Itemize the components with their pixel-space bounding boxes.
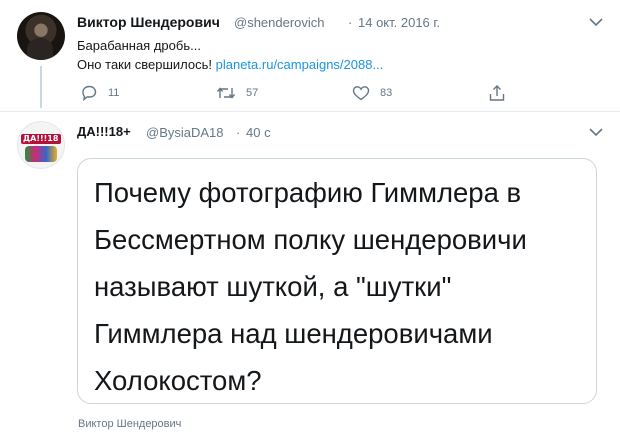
tweet-divider	[0, 111, 620, 112]
share-icon[interactable]	[488, 84, 506, 102]
meta-separator: ·	[348, 15, 353, 30]
author-handle[interactable]: @shenderovich	[234, 15, 325, 30]
retweet-count: 57	[246, 87, 259, 99]
footer-caption: Виктор Шендерович	[78, 418, 182, 430]
thread-connector-line	[40, 66, 42, 108]
retweet-button[interactable]: 57	[216, 85, 258, 101]
author-avatar[interactable]: ДА!!!18	[17, 121, 65, 169]
like-count: 83	[380, 87, 393, 99]
avatar-logo-text: ДА!!!18	[23, 134, 59, 143]
like-button[interactable]: 83	[352, 85, 392, 101]
tweet-time[interactable]: 40 с	[246, 125, 271, 140]
author-avatar[interactable]	[17, 12, 65, 60]
image-text-line: Бессмертном полку шендеровичи	[94, 224, 527, 255]
image-text: Почему фотографию Гиммлера в Бессмертном…	[94, 169, 594, 404]
image-text-line: Гиммлера над шендеровичами	[94, 318, 493, 349]
tweet-text-prefix: Оно таки свершилось!	[77, 57, 212, 72]
image-text-line: Холокостом?	[94, 365, 262, 396]
heart-icon	[352, 86, 370, 101]
campaign-link[interactable]: planeta.ru/campaigns/2088...	[216, 57, 384, 72]
image-text-line: называют шуткой, а "шутки"	[94, 271, 452, 302]
chevron-down-icon[interactable]	[588, 126, 604, 138]
tweet-image-card[interactable]: Почему фотографию Гиммлера в Бессмертном…	[77, 158, 597, 404]
tweet-date[interactable]: 14 окт. 2016 г.	[358, 15, 440, 30]
tweet-text-line: Барабанная дробь...	[77, 38, 201, 53]
author-name[interactable]: Виктор Шендерович	[77, 14, 220, 30]
reply-icon	[82, 85, 97, 101]
author-name[interactable]: ДА!!!18+	[77, 124, 131, 139]
meta-separator: ·	[236, 125, 241, 140]
author-handle[interactable]: @BysiaDA18	[146, 125, 224, 140]
image-text-line: Почему фотографию Гиммлера в	[94, 177, 522, 208]
reply-button[interactable]: 11	[80, 85, 119, 101]
tweet-text-line: Оно таки свершилось! planeta.ru/campaign…	[77, 57, 383, 72]
reply-count: 11	[108, 87, 120, 99]
retweet-icon	[216, 87, 236, 99]
chevron-down-icon[interactable]	[588, 16, 604, 28]
